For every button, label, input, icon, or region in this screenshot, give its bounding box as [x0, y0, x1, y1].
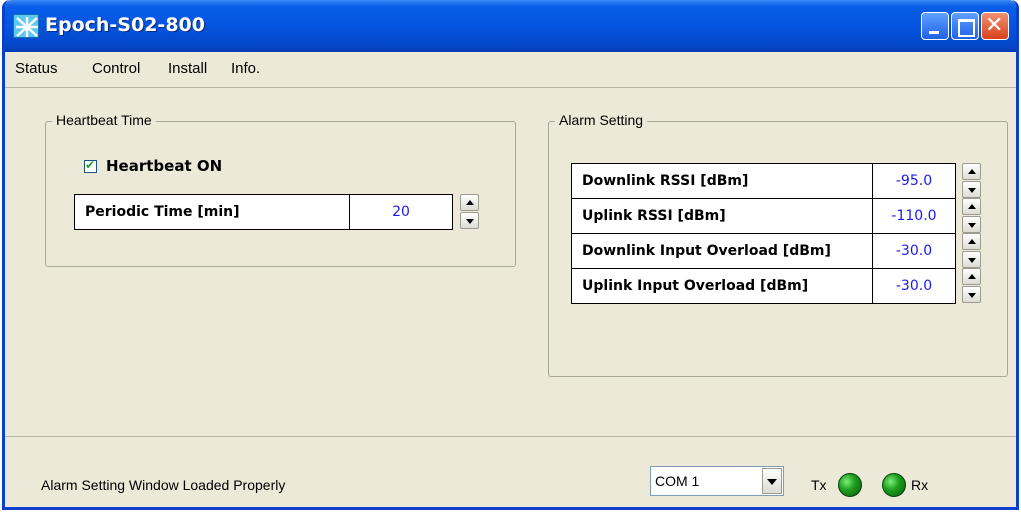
status-bar: Alarm Setting Window Loaded Properly COM… — [5, 436, 1016, 507]
spin-down-icon[interactable] — [962, 251, 981, 268]
menu-info[interactable]: Info. — [231, 60, 260, 77]
menu-install[interactable]: Install — [168, 60, 207, 77]
alarm-row-label: Downlink RSSI [dBm] — [582, 173, 749, 189]
rx-label: Rx — [911, 477, 929, 493]
alarm-row-value: -95.0 — [895, 173, 933, 189]
periodic-time-label-cell: Periodic Time [min] — [74, 194, 350, 230]
heartbeat-group: Heartbeat Time Heartbeat ON Periodic Tim… — [45, 112, 516, 267]
spin-down-icon[interactable] — [460, 212, 479, 229]
tx-led-icon — [838, 473, 862, 497]
spin-up-icon[interactable] — [962, 268, 981, 285]
alarm-row-label-cell: Uplink Input Overload [dBm] — [571, 268, 873, 304]
alarm-row-value: -110.0 — [891, 208, 937, 224]
menu-bar: Status Control Install Info. — [5, 52, 1016, 88]
alarm-row-label: Uplink RSSI [dBm] — [582, 208, 726, 224]
periodic-time-spinner[interactable] — [460, 194, 479, 230]
alarm-row-label: Downlink Input Overload [dBm] — [582, 243, 831, 259]
title-bar[interactable]: Epoch-S02-800 ✕ — [5, 0, 1016, 52]
alarm-row-spinner[interactable] — [962, 163, 981, 199]
alarm-row-spinner[interactable] — [962, 198, 981, 234]
com-port-value: COM 1 — [655, 473, 700, 489]
minimize-button[interactable] — [921, 12, 949, 40]
spin-up-icon[interactable] — [962, 233, 981, 250]
alarm-row-label-cell: Downlink Input Overload [dBm] — [571, 233, 873, 269]
app-icon — [13, 14, 39, 38]
alarm-row-spinner[interactable] — [962, 233, 981, 269]
periodic-time-input[interactable]: 20 — [349, 194, 453, 230]
periodic-time-label: Periodic Time [min] — [85, 204, 240, 220]
spin-down-icon[interactable] — [962, 181, 981, 198]
alarm-row-label-cell: Uplink RSSI [dBm] — [571, 198, 873, 234]
status-message: Alarm Setting Window Loaded Properly — [41, 477, 286, 493]
heartbeat-group-label: Heartbeat Time — [52, 112, 156, 128]
menu-status[interactable]: Status — [15, 60, 58, 77]
maximize-button[interactable] — [951, 12, 979, 40]
spin-down-icon[interactable] — [962, 216, 981, 233]
alarm-row-spinner[interactable] — [962, 268, 981, 304]
alarm-group: Alarm Setting Downlink RSSI [dBm] -95.0 … — [548, 112, 1008, 377]
app-window: Epoch-S02-800 ✕ Status Control Install I… — [2, 0, 1019, 510]
spin-up-icon[interactable] — [460, 194, 479, 211]
alarm-row-label: Uplink Input Overload [dBm] — [582, 278, 809, 294]
alarm-row-value: -30.0 — [895, 243, 933, 259]
alarm-group-label: Alarm Setting — [555, 112, 648, 128]
com-port-select[interactable]: COM 1 — [650, 466, 784, 496]
close-icon: ✕ — [985, 13, 1004, 38]
alarm-row-value: -30.0 — [895, 278, 933, 294]
tx-label: Tx — [811, 477, 827, 493]
close-button[interactable]: ✕ — [981, 12, 1009, 40]
rx-led-icon — [882, 473, 906, 497]
alarm-row-input[interactable]: -95.0 — [872, 163, 956, 199]
alarm-row-input[interactable]: -110.0 — [872, 198, 956, 234]
chevron-down-icon[interactable] — [762, 468, 782, 494]
heartbeat-checkbox[interactable] — [84, 158, 97, 173]
spin-up-icon[interactable] — [962, 198, 981, 215]
menu-control[interactable]: Control — [92, 60, 140, 77]
periodic-time-value: 20 — [392, 204, 410, 220]
spin-up-icon[interactable] — [962, 163, 981, 180]
alarm-row-input[interactable]: -30.0 — [872, 233, 956, 269]
alarm-row-input[interactable]: -30.0 — [872, 268, 956, 304]
spin-down-icon[interactable] — [962, 286, 981, 303]
alarm-row-label-cell: Downlink RSSI [dBm] — [571, 163, 873, 199]
heartbeat-checkbox-label: Heartbeat ON — [106, 157, 223, 175]
window-title: Epoch-S02-800 — [45, 14, 205, 36]
